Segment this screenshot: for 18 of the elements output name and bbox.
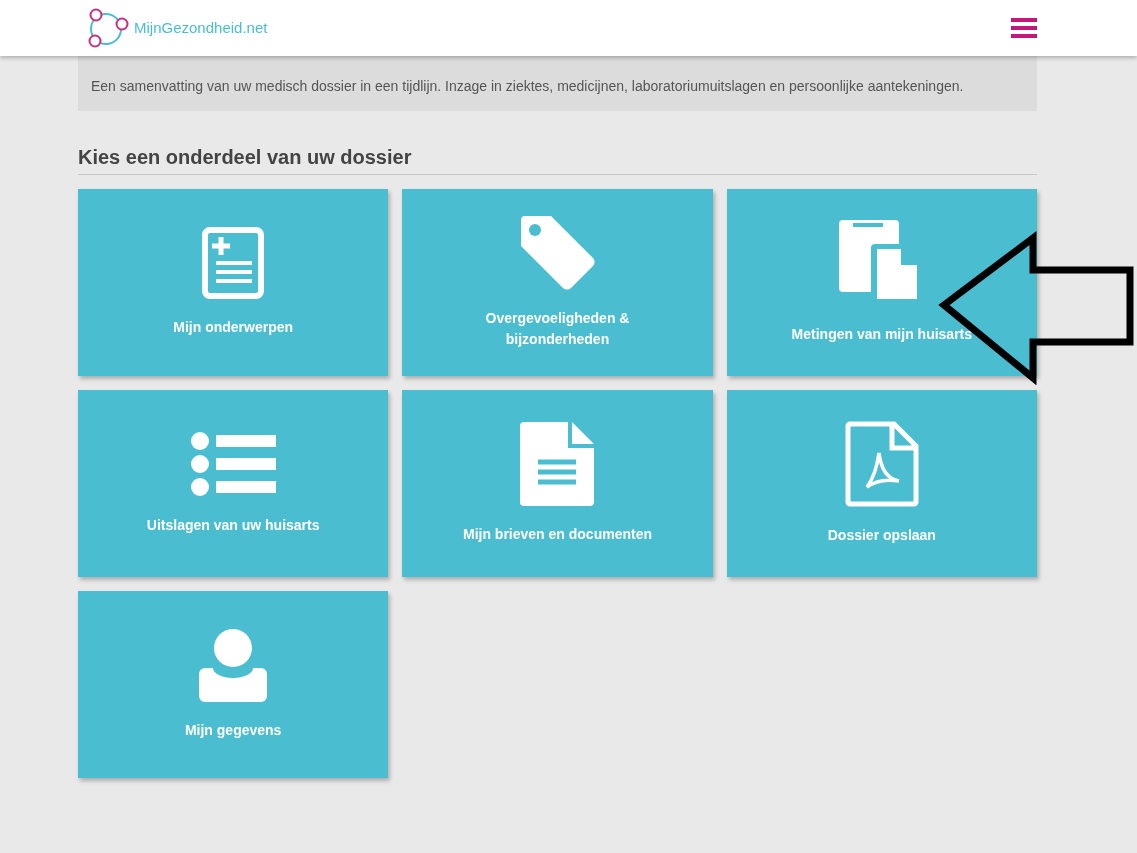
tag-icon	[519, 215, 596, 290]
menu-button[interactable]	[1011, 17, 1037, 39]
logo-icon	[86, 8, 130, 48]
person-icon	[199, 628, 268, 702]
category-tile[interactable]: Mijn onderwerpen	[78, 189, 389, 376]
list-icon	[190, 431, 277, 497]
category-tile[interactable]: Mijn gegevens	[78, 591, 389, 778]
pdf-file-icon	[844, 421, 919, 507]
category-tile[interactable]: Dossier opslaan	[726, 390, 1037, 577]
document-icon	[520, 422, 595, 506]
medical-record-icon	[202, 227, 265, 299]
category-tile[interactable]: Uitslagen van uw huisarts	[78, 390, 389, 577]
category-tile[interactable]: Metingen van mijn huisarts	[726, 189, 1037, 376]
section-title: Kies een onderdeel van uw dossier	[78, 142, 1037, 175]
category-tile[interactable]: Mijn brieven en documenten	[402, 390, 713, 577]
logo-text: MijnGezondheid.net	[134, 17, 268, 38]
category-tile[interactable]: Overgevoeligheden & bijzonderheden	[402, 189, 713, 376]
intro-text: Een samenvatting van uw medisch dossier in een tijdlijn. Inzage in ziektes, medicijnen, laboratoriumuitslagen en persoonlijke aantekeningen.	[91, 77, 965, 96]
